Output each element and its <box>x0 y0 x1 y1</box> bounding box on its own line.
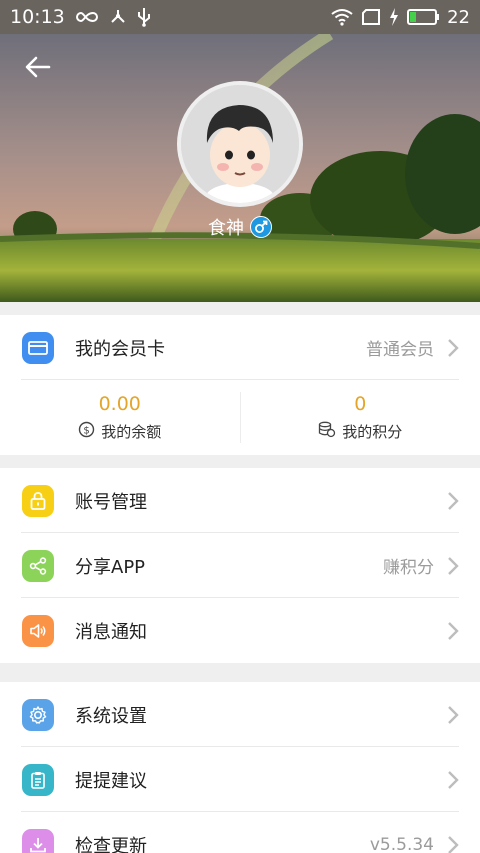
menu-item-feedback[interactable]: 提提建议 <box>0 747 480 812</box>
cartoon-avatar-image <box>181 85 299 203</box>
nickname-row: 食神 <box>0 214 480 240</box>
chevron-right-icon <box>446 621 460 641</box>
infinity-icon <box>75 10 99 24</box>
battery-icon <box>407 8 440 26</box>
balance-label: 我的余额 <box>101 423 162 441</box>
back-button[interactable] <box>20 52 56 82</box>
share-node-icon <box>109 8 127 26</box>
menu-item-label: 提提建议 <box>75 770 147 792</box>
nickname: 食神 <box>208 218 244 239</box>
status-left: 10:13 <box>10 6 151 28</box>
menu-item-account[interactable]: 账号管理 <box>0 468 480 533</box>
download-icon <box>22 828 54 853</box>
gear-icon <box>22 698 54 731</box>
app-version: v5.5.34 <box>369 834 434 853</box>
chevron-right-icon <box>446 835 460 853</box>
balance-stat[interactable]: 0.00 $ 我的余额 <box>0 380 240 455</box>
chevron-right-icon <box>446 491 460 511</box>
system-menu-group: 系统设置 提提建议 检查更新 v5.5.34 <box>0 682 480 853</box>
menu-item-label: 账号管理 <box>75 491 147 513</box>
chevron-right-icon <box>446 338 460 358</box>
profile-header: 食神 <box>0 34 480 302</box>
menu-item-label: 消息通知 <box>75 621 147 643</box>
menu-item-check-update[interactable]: 检查更新 v5.5.34 <box>0 812 480 853</box>
battery-level: 22 <box>447 6 470 28</box>
membership-level: 普通会员 <box>366 340 434 360</box>
chevron-right-icon <box>446 705 460 725</box>
menu-item-value: 赚积分 <box>383 558 434 578</box>
balance-value: 0.00 <box>98 393 141 415</box>
status-bar: 10:13 22 <box>0 0 480 34</box>
male-icon <box>250 216 272 238</box>
menu-item-label: 检查更新 <box>75 835 147 853</box>
clipboard-icon <box>22 763 54 796</box>
charging-icon <box>389 8 399 26</box>
points-label: 我的积分 <box>342 423 403 441</box>
share-icon <box>22 549 54 582</box>
avatar[interactable] <box>177 81 303 207</box>
stats-row: 0.00 $ 我的余额 0 我的积分 <box>0 380 480 455</box>
menu-item-settings[interactable]: 系统设置 <box>0 682 480 747</box>
points-value: 0 <box>354 393 367 415</box>
points-label-row: 我的积分 <box>318 421 402 442</box>
arrow-left-icon <box>25 56 51 78</box>
points-stat[interactable]: 0 我的积分 <box>241 380 480 455</box>
stack-icon <box>318 421 336 442</box>
wifi-icon <box>331 8 353 26</box>
menu-item-notifications[interactable]: 消息通知 <box>0 598 480 663</box>
usb-icon <box>137 7 151 27</box>
membership-row[interactable]: 我的会员卡 普通会员 <box>0 315 480 380</box>
menu-item-label: 分享APP <box>75 556 146 578</box>
speaker-icon <box>22 614 54 647</box>
status-right: 22 <box>331 7 470 28</box>
profile-screen: 10:13 22 食神 我的会员卡 普通会员 0.00 $ 我的余额 0 我的积… <box>0 0 480 853</box>
sim-icon <box>361 9 381 25</box>
menu-item-share[interactable]: 分享APP 赚积分 <box>0 533 480 598</box>
card-icon <box>22 331 54 364</box>
chevron-right-icon <box>446 770 460 790</box>
menu-item-label: 系统设置 <box>75 705 147 727</box>
chevron-right-icon <box>446 556 460 576</box>
membership-label: 我的会员卡 <box>75 338 165 360</box>
status-time: 10:13 <box>10 6 65 28</box>
lock-icon <box>22 484 54 517</box>
svg-text:$: $ <box>84 425 90 436</box>
balance-label-row: $ 我的余额 <box>78 421 161 442</box>
membership-card: 我的会员卡 普通会员 0.00 $ 我的余额 0 我的积分 <box>0 315 480 455</box>
account-menu-group: 账号管理 分享APP 赚积分 消息通知 <box>0 468 480 663</box>
coin-icon: $ <box>78 421 95 442</box>
